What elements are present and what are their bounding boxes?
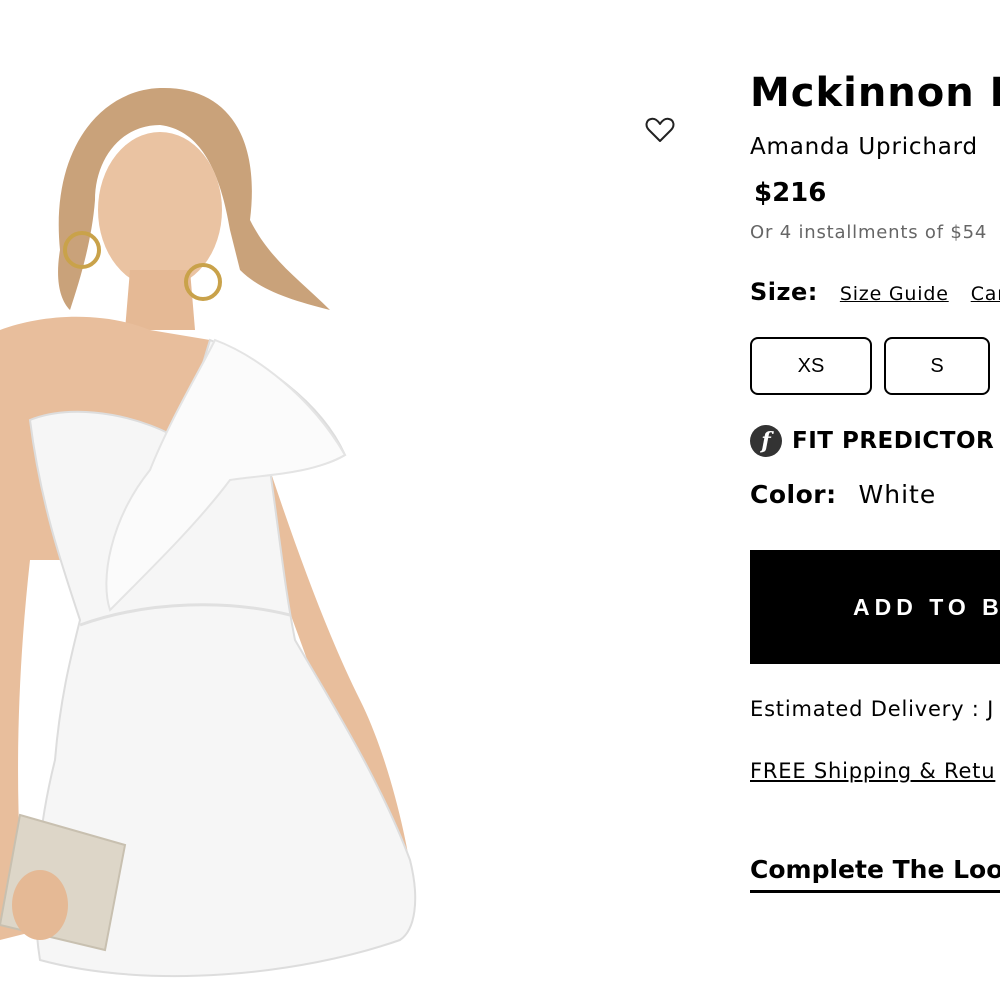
product-image[interactable] — [0, 0, 700, 1000]
product-price: $216 — [754, 178, 827, 208]
complete-the-look-heading: Complete The Look — [750, 855, 1000, 893]
size-row: Size: Size Guide Can — [750, 278, 1000, 306]
add-to-bag-button[interactable]: ADD TO B — [750, 550, 1000, 664]
product-info-panel: Mckinnon D Amanda Uprichard $216 Or 4 in… — [750, 0, 1000, 1000]
secondary-size-link[interactable]: Can — [971, 283, 1000, 305]
color-value: White — [858, 480, 937, 509]
model-illustration — [0, 87, 417, 978]
estimated-delivery: Estimated Delivery : J — [750, 697, 995, 721]
installments-text: Or 4 installments of $54 — [750, 222, 988, 243]
size-options: XS S — [750, 337, 1000, 395]
fit-predictor-label: FIT PREDICTOR — [792, 428, 995, 454]
size-option-s[interactable]: S — [884, 337, 990, 395]
size-label: Size: — [750, 278, 818, 306]
fit-predictor-logo-icon: f — [750, 425, 782, 457]
product-brand[interactable]: Amanda Uprichard — [750, 134, 978, 160]
color-row: Color: White — [750, 480, 936, 509]
free-shipping-link[interactable]: FREE Shipping & Retu — [750, 759, 995, 783]
heart-outline-icon — [645, 117, 675, 142]
product-title: Mckinnon D — [750, 70, 1000, 116]
wishlist-button[interactable] — [640, 110, 680, 150]
size-option-xs[interactable]: XS — [750, 337, 872, 395]
color-label: Color: — [750, 480, 837, 509]
product-page: Mckinnon D Amanda Uprichard $216 Or 4 in… — [0, 0, 1000, 1000]
fit-predictor[interactable]: f FIT PREDICTOR yo — [750, 425, 1000, 457]
size-guide-link[interactable]: Size Guide — [840, 283, 949, 305]
